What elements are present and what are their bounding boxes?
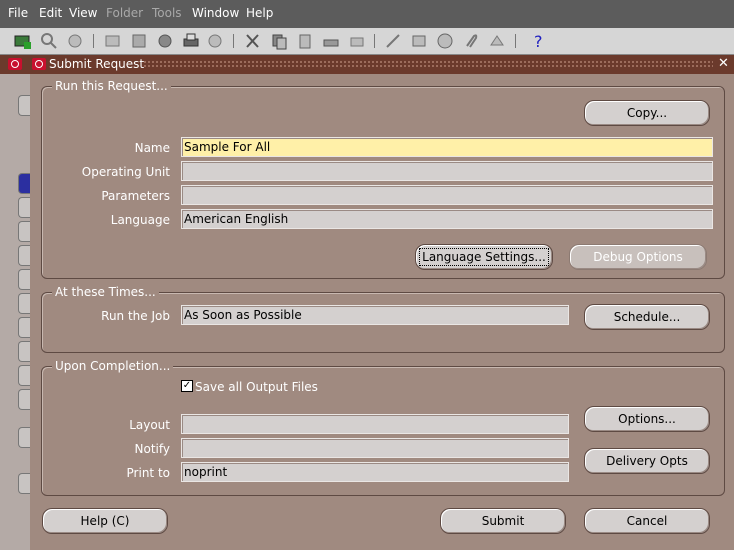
- clear-record-icon[interactable]: [322, 32, 340, 50]
- menu-bar: File Edit View Folder Tools Window Help: [0, 0, 734, 28]
- language-settings-label: Language Settings...: [419, 248, 549, 266]
- save-output-checkbox[interactable]: ✓: [181, 380, 193, 392]
- window-title: Submit Request: [49, 57, 145, 71]
- help-button[interactable]: Help (C): [42, 508, 168, 534]
- operating-unit-field[interactable]: [181, 161, 713, 181]
- operating-unit-label: Operating Unit: [81, 165, 170, 179]
- print-to-field[interactable]: noprint: [181, 462, 569, 482]
- language-label: Language: [110, 213, 170, 227]
- save-icon[interactable]: [130, 32, 148, 50]
- toolbar-separator: [374, 34, 375, 48]
- name-field[interactable]: Sample For All: [181, 137, 713, 157]
- submit-button[interactable]: Submit: [440, 508, 566, 534]
- cut-icon[interactable]: [244, 32, 262, 50]
- layout-field[interactable]: [181, 414, 569, 434]
- new-record-icon[interactable]: [14, 32, 32, 50]
- paste-icon[interactable]: [296, 32, 314, 50]
- layout-label: Layout: [129, 418, 170, 432]
- close-form-icon[interactable]: [206, 32, 224, 50]
- parameters-field[interactable]: [181, 185, 713, 205]
- print-icon[interactable]: [182, 32, 200, 50]
- menu-edit[interactable]: Edit: [39, 6, 62, 20]
- oracle-logo-icon: [32, 58, 46, 70]
- find-icon[interactable]: [40, 32, 58, 50]
- navigator-icon[interactable]: [66, 32, 84, 50]
- toolbar-separator: [93, 34, 94, 48]
- debug-options-button[interactable]: Debug Options: [569, 244, 707, 270]
- delivery-opts-button[interactable]: Delivery Opts: [584, 448, 710, 474]
- menu-view[interactable]: View: [69, 6, 97, 20]
- help-icon[interactable]: ?: [530, 32, 548, 51]
- toolbar: ?: [0, 28, 734, 55]
- switch-responsibility-icon[interactable]: [156, 32, 174, 50]
- name-label: Name: [134, 141, 170, 155]
- cancel-button[interactable]: Cancel: [584, 508, 710, 534]
- folder-tools-icon[interactable]: [488, 32, 506, 50]
- options-button[interactable]: Options...: [584, 406, 710, 432]
- menu-folder[interactable]: Folder: [106, 6, 143, 20]
- submit-request-dialog: Run this Request... Copy... Name Sample …: [30, 74, 734, 550]
- menu-file[interactable]: File: [8, 6, 28, 20]
- toolbar-separator: [233, 34, 234, 48]
- background-form-strip: [0, 55, 31, 550]
- language-settings-button[interactable]: Language Settings...: [415, 244, 553, 270]
- open-icon[interactable]: [104, 32, 122, 50]
- toolbar-separator: [515, 34, 516, 48]
- parameters-label: Parameters: [101, 189, 170, 203]
- oracle-logo-icon: [8, 58, 22, 70]
- close-icon[interactable]: ✕: [718, 56, 729, 71]
- group-title: At these Times...: [52, 285, 159, 299]
- notify-field[interactable]: [181, 438, 569, 458]
- language-field[interactable]: American English: [181, 209, 713, 229]
- edit-field-icon[interactable]: [384, 32, 402, 50]
- title-bar-pattern: [143, 60, 713, 69]
- notify-label: Notify: [134, 442, 170, 456]
- save-output-label[interactable]: Save all Output Files: [195, 380, 318, 394]
- print-to-label: Print to: [126, 466, 170, 480]
- run-job-field[interactable]: As Soon as Possible: [181, 305, 569, 325]
- window-title-bar: Submit Request ✕: [0, 55, 734, 74]
- group-title: Run this Request...: [52, 79, 171, 93]
- menu-help[interactable]: Help: [246, 6, 273, 20]
- menu-window[interactable]: Window: [192, 6, 239, 20]
- attachments-icon[interactable]: [462, 32, 480, 50]
- copy-button[interactable]: Copy...: [584, 100, 710, 126]
- svg-text:?: ?: [534, 32, 543, 50]
- delete-icon[interactable]: [348, 32, 366, 50]
- group-title: Upon Completion...: [52, 359, 174, 373]
- translations-icon[interactable]: [436, 32, 454, 50]
- schedule-button[interactable]: Schedule...: [584, 304, 710, 330]
- menu-tools[interactable]: Tools: [152, 6, 182, 20]
- zoom-icon[interactable]: [410, 32, 428, 50]
- copy-icon[interactable]: [270, 32, 288, 50]
- run-job-label: Run the Job: [101, 309, 170, 323]
